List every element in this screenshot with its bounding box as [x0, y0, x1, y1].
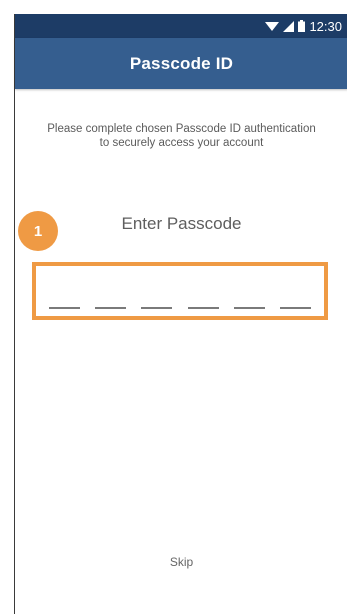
- screen: 12:30 Passcode ID Please complete chosen…: [0, 0, 347, 614]
- instructions-line-1: Please complete chosen Passcode ID authe…: [47, 123, 316, 135]
- passcode-input[interactable]: [32, 262, 328, 320]
- app-bar: Passcode ID: [15, 38, 347, 89]
- cellular-signal-icon: [283, 20, 295, 32]
- passcode-digit-4[interactable]: [188, 307, 219, 309]
- instructions-line-2: to securely access your account: [99, 137, 264, 149]
- instructions-text: Please complete chosen Passcode ID authe…: [15, 122, 347, 150]
- phone-frame: 12:30 Passcode ID Please complete chosen…: [14, 14, 347, 614]
- enter-passcode-label: Enter Passcode: [121, 214, 242, 233]
- passcode-digit-6[interactable]: [280, 307, 311, 309]
- page-title: Passcode ID: [129, 53, 234, 73]
- passcode-digit-1[interactable]: [49, 307, 80, 309]
- passcode-digit-2[interactable]: [95, 307, 126, 309]
- status-bar: 12:30: [15, 14, 347, 38]
- step-number-badge: 1: [18, 211, 58, 251]
- skip-button[interactable]: Skip: [15, 555, 347, 569]
- status-time: 12:30: [309, 18, 342, 34]
- passcode-digit-5[interactable]: [234, 307, 265, 309]
- wifi-icon: [265, 21, 280, 32]
- passcode-digit-3[interactable]: [141, 307, 172, 309]
- battery-icon: [298, 20, 306, 32]
